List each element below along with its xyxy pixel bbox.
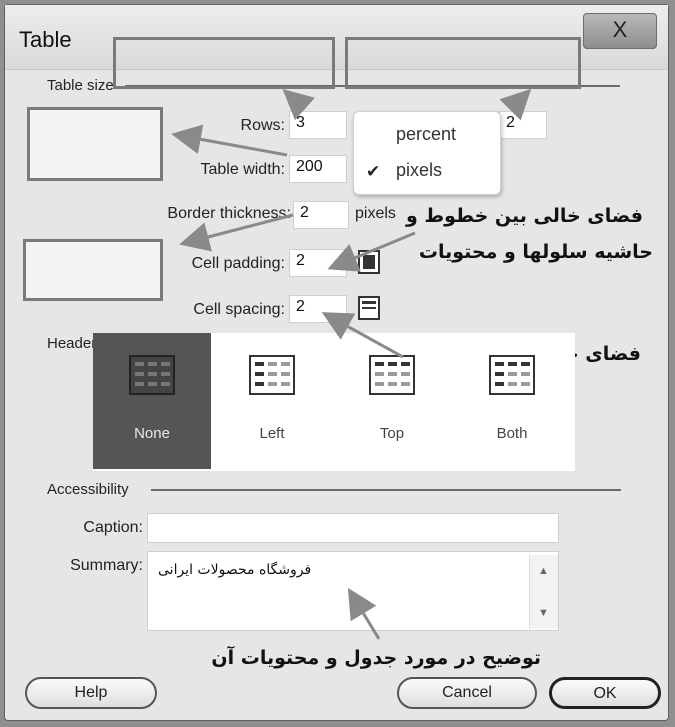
- arrow-spacing: [321, 312, 404, 359]
- arrow-padding: [327, 231, 416, 272]
- table-dialog: Table X Table size Rows: 3 2 Table width…: [4, 4, 669, 721]
- arrow-width: [171, 124, 288, 157]
- arrow-summary: [347, 587, 381, 640]
- arrow-columns: [499, 88, 532, 121]
- arrow-rows: [282, 89, 315, 121]
- annotation-arrows: [171, 88, 532, 640]
- arrow-border: [179, 213, 294, 252]
